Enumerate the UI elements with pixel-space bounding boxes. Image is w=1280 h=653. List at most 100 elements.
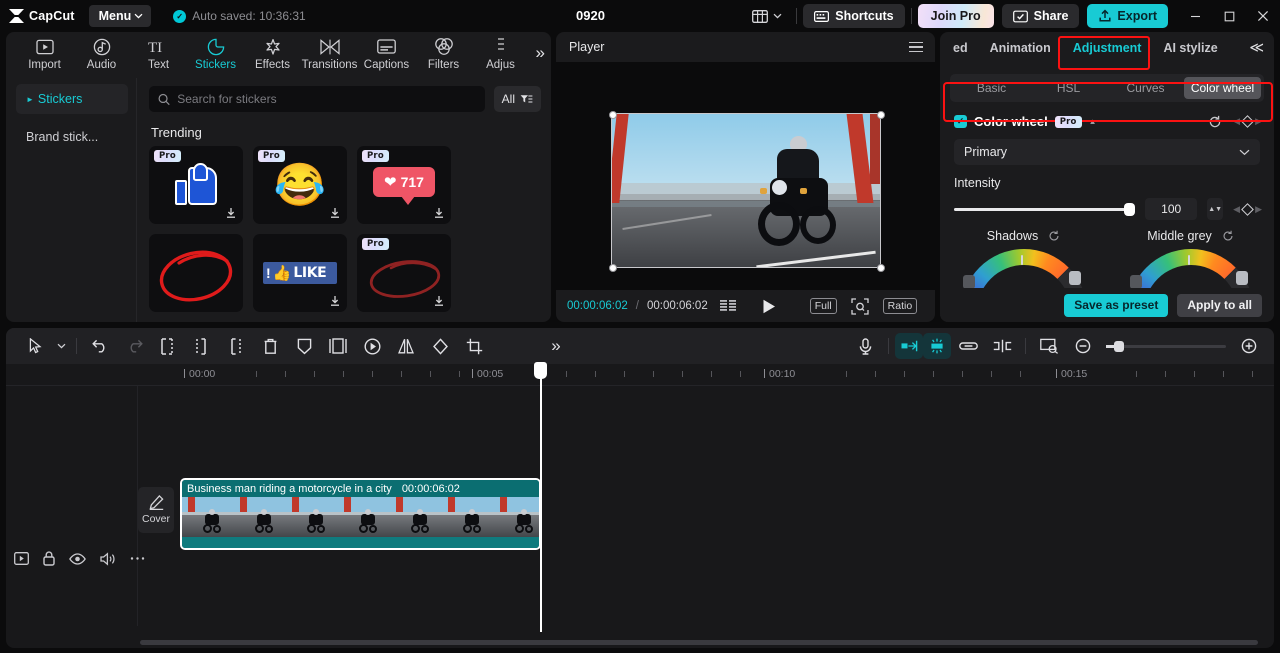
tab-adjustment[interactable]: Adjus	[472, 32, 529, 71]
trim-right-icon[interactable]	[219, 328, 253, 364]
crop-icon[interactable]	[457, 328, 491, 364]
tab-animation[interactable]: Animation	[979, 41, 1062, 55]
reset-icon[interactable]	[1222, 230, 1234, 242]
download-icon[interactable]	[225, 207, 237, 219]
apply-to-all-button[interactable]: Apply to all	[1177, 293, 1262, 317]
export-button[interactable]: Export	[1087, 4, 1168, 28]
sticker-item[interactable]: Pro	[149, 146, 243, 224]
timeline-horizontal-scrollbar[interactable]	[140, 640, 1258, 645]
sticker-item[interactable]: Pro ❤ 717	[357, 146, 451, 224]
intensity-slider-handle[interactable]	[1124, 202, 1136, 216]
function-tabs-more-icon[interactable]: »	[536, 44, 545, 61]
intensity-value[interactable]: 100	[1145, 198, 1198, 220]
volume-icon[interactable]	[100, 551, 116, 566]
intensity-slider[interactable]	[954, 202, 1136, 216]
tab-text[interactable]: TI Text	[130, 32, 187, 72]
mirror-icon[interactable]	[389, 328, 423, 364]
redo-icon[interactable]	[117, 328, 151, 364]
sticker-item[interactable]: ! 👍 LIKE	[253, 234, 347, 312]
cover-button[interactable]: Cover	[138, 487, 174, 533]
zoom-out-icon[interactable]	[1066, 328, 1100, 364]
shadows-wheel-handle-left[interactable]	[962, 275, 975, 289]
subtab-basic[interactable]: Basic	[953, 77, 1030, 99]
select-tool-icon[interactable]	[18, 328, 52, 364]
keyframe-controls[interactable]: ◀ ▶	[1233, 115, 1262, 128]
resize-handle-top-right[interactable]	[877, 111, 885, 119]
eye-icon[interactable]	[69, 552, 86, 565]
player-menu-icon[interactable]	[909, 41, 923, 53]
tab-speed-truncated[interactable]: ed	[942, 41, 979, 55]
tab-transitions[interactable]: Transitions	[301, 32, 358, 71]
chevron-down-icon[interactable]	[52, 328, 70, 364]
save-as-preset-button[interactable]: Save as preset	[1064, 293, 1169, 317]
download-icon[interactable]	[433, 207, 445, 219]
lock-icon[interactable]	[43, 551, 55, 566]
share-button[interactable]: Share	[1001, 4, 1080, 28]
maximize-button[interactable]	[1212, 0, 1246, 32]
shadows-wheel-handle-right[interactable]	[1068, 271, 1081, 285]
keyframe-next-icon[interactable]: ▶	[1255, 204, 1262, 215]
subtab-curves[interactable]: Curves	[1107, 77, 1184, 99]
playhead-handle[interactable]	[534, 362, 547, 379]
sticker-item[interactable]: Pro 😂	[253, 146, 347, 224]
freeze-frame-icon[interactable]	[321, 328, 355, 364]
tab-captions[interactable]: Captions	[358, 32, 415, 71]
speed-icon[interactable]	[355, 328, 389, 364]
split-icon[interactable]	[151, 328, 185, 364]
zoom-in-icon[interactable]	[1232, 328, 1266, 364]
keyframe-prev-icon[interactable]: ◀	[1233, 204, 1240, 215]
menu-button[interactable]: Menu	[88, 5, 152, 27]
tab-ai-stylize[interactable]: AI stylize	[1152, 41, 1228, 55]
tab-adjustment[interactable]: Adjustment	[1062, 41, 1153, 55]
minimize-button[interactable]	[1178, 0, 1212, 32]
sticker-filter-button[interactable]: All	[493, 86, 541, 112]
chevron-up-icon[interactable]: ▲	[1089, 117, 1097, 126]
split-track-icon[interactable]	[985, 328, 1019, 364]
magnet-snap-icon[interactable]	[923, 333, 951, 359]
search-box[interactable]	[149, 86, 485, 112]
download-icon[interactable]	[329, 207, 341, 219]
tab-audio[interactable]: Audio	[73, 32, 130, 71]
sticker-item[interactable]	[149, 234, 243, 312]
keyframe-icon[interactable]	[1241, 202, 1254, 216]
ratio-button[interactable]: Ratio	[882, 298, 918, 314]
search-input[interactable]	[177, 92, 476, 106]
join-pro-button[interactable]: Join Pro	[917, 4, 994, 28]
link-clips-icon[interactable]	[951, 328, 985, 364]
timeline-ruler[interactable]: 00:00 00:05 00:10 00:15	[6, 364, 1274, 386]
trim-left-icon[interactable]	[185, 328, 219, 364]
middle-grey-wheel-handle-right[interactable]	[1235, 271, 1248, 285]
record-voiceover-icon[interactable]	[848, 328, 882, 364]
clip-preview-toggle-icon[interactable]	[14, 552, 29, 565]
download-icon[interactable]	[329, 295, 341, 307]
timeline-zoom-handle[interactable]	[1114, 340, 1124, 352]
sidebar-item-stickers[interactable]: ► Stickers	[16, 84, 128, 114]
more-options-icon[interactable]	[130, 556, 145, 561]
collapse-panel-icon[interactable]: ≪	[1249, 39, 1264, 56]
sidebar-item-brand-stickers[interactable]: Brand stick...	[16, 122, 128, 152]
resize-handle-top-left[interactable]	[609, 111, 617, 119]
preview-scale-icon[interactable]	[1032, 328, 1066, 364]
quality-full-button[interactable]: Full	[809, 298, 837, 314]
sticker-item[interactable]: Pro	[357, 234, 451, 312]
undo-icon[interactable]	[83, 328, 117, 364]
subtab-hsl[interactable]: HSL	[1030, 77, 1107, 99]
reset-icon[interactable]	[1048, 230, 1060, 242]
zoom-to-fit-icon[interactable]	[851, 297, 869, 315]
reset-icon[interactable]	[1208, 115, 1222, 129]
subtab-color-wheel[interactable]: Color wheel	[1184, 77, 1261, 99]
shortcuts-button[interactable]: Shortcuts	[803, 4, 905, 28]
delete-icon[interactable]	[253, 328, 287, 364]
layout-selector-button[interactable]	[744, 9, 790, 23]
keyframe-next-icon[interactable]: ▶	[1255, 116, 1262, 127]
keyframe-prev-icon[interactable]: ◀	[1233, 116, 1240, 127]
middle-grey-wheel-handle-left[interactable]	[1129, 275, 1142, 289]
middle-grey-color-wheel[interactable]	[1127, 249, 1254, 289]
tab-effects[interactable]: Effects	[244, 32, 301, 71]
keyframe-shield-icon[interactable]	[287, 328, 321, 364]
tab-import[interactable]: Import	[16, 32, 73, 71]
tab-filters[interactable]: Filters	[415, 32, 472, 71]
play-button[interactable]	[762, 299, 776, 314]
auto-snap-icon[interactable]	[895, 333, 923, 359]
video-preview[interactable]	[611, 113, 881, 268]
